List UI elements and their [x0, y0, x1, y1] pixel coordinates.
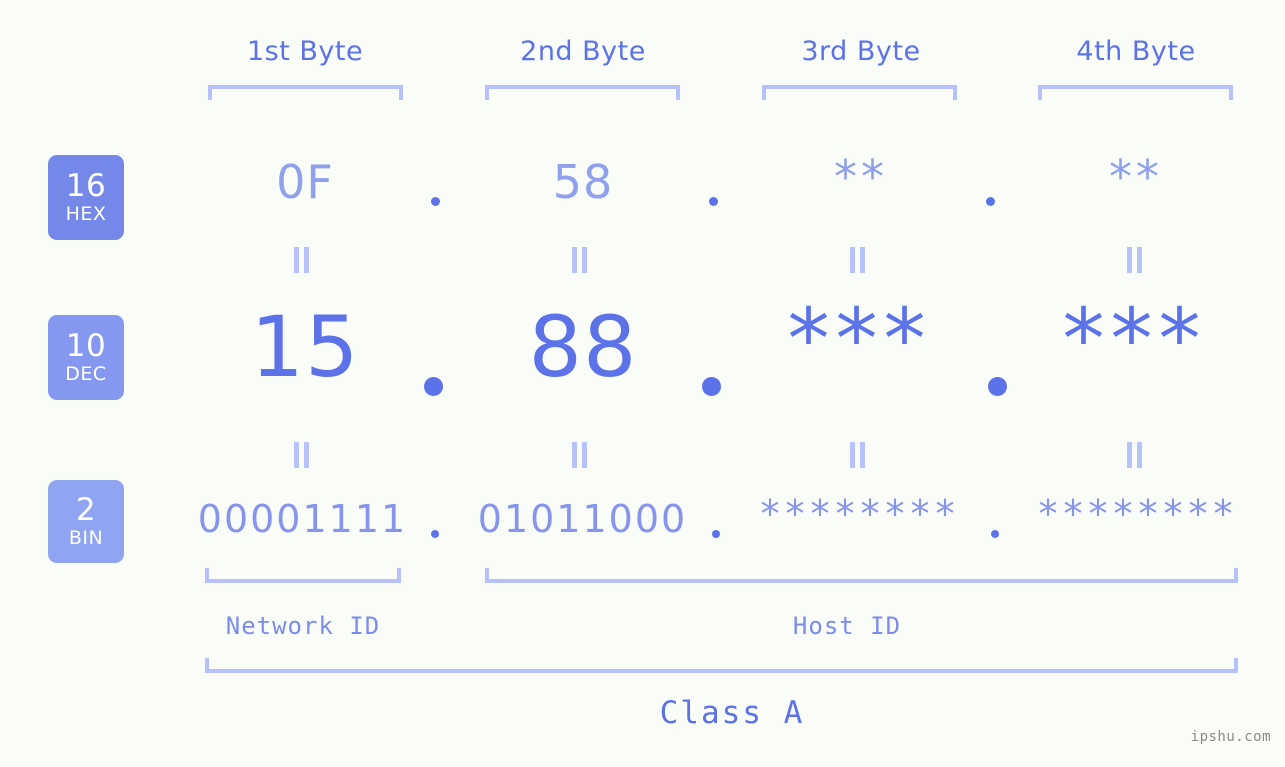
dec-separator-dot-3	[988, 377, 1007, 396]
equals-mark-hex-dec-4	[1126, 247, 1143, 273]
byte-header-label-4: 4th Byte	[1076, 36, 1196, 67]
bin-byte-2: 01011000	[477, 497, 688, 541]
dec-byte-2: 88	[528, 298, 638, 396]
bin-separator-dot-1	[431, 530, 439, 538]
hex-separator-dot-1	[431, 197, 440, 206]
byte-bracket-top-2	[485, 85, 680, 100]
bin-byte-1: 00001111	[197, 497, 408, 541]
equals-mark-hex-dec-1	[293, 247, 310, 273]
hex-byte-3: **	[834, 150, 888, 204]
dec-byte-4: ***	[1062, 290, 1207, 388]
dec-separator-dot-2	[702, 377, 721, 396]
bin-separator-dot-2	[712, 530, 720, 538]
radix-badge-hex-number: 16	[65, 168, 107, 204]
bin-byte-4: ********	[1038, 492, 1239, 536]
hex-separator-dot-3	[986, 197, 995, 206]
byte-header-label-3: 3rd Byte	[801, 36, 921, 67]
class-label: Class A	[659, 695, 805, 731]
bin-byte-3: ********	[760, 492, 961, 536]
radix-badge-hex: 16 HEX	[48, 155, 124, 240]
equals-mark-hex-dec-3	[849, 247, 866, 273]
network-id-bracket	[205, 568, 401, 583]
hex-separator-dot-2	[709, 197, 718, 206]
hex-byte-4: **	[1109, 150, 1163, 204]
byte-bracket-top-1	[208, 85, 403, 100]
equals-mark-dec-bin-4	[1126, 442, 1143, 468]
equals-mark-hex-dec-2	[571, 247, 588, 273]
host-id-bracket	[485, 568, 1238, 583]
ip-address-breakdown-diagram: 1st Byte 2nd Byte 3rd Byte 4th Byte 16 H…	[0, 0, 1285, 767]
hex-byte-1: 0F	[276, 155, 334, 209]
equals-mark-dec-bin-3	[849, 442, 866, 468]
byte-header-label-2: 2nd Byte	[520, 36, 646, 67]
radix-badge-dec-number: 10	[65, 328, 107, 364]
bin-separator-dot-3	[991, 530, 999, 538]
dec-separator-dot-1	[424, 377, 443, 396]
dec-byte-3: ***	[787, 290, 932, 388]
radix-badge-bin: 2 BIN	[48, 480, 124, 563]
radix-badge-dec-name: DEC	[65, 363, 107, 385]
radix-badge-bin-name: BIN	[68, 527, 104, 549]
radix-badge-bin-number: 2	[75, 492, 97, 528]
equals-mark-dec-bin-1	[293, 442, 310, 468]
byte-bracket-top-3	[762, 85, 957, 100]
byte-bracket-top-4	[1038, 85, 1233, 100]
dec-byte-1: 15	[250, 298, 360, 396]
radix-badge-hex-name: HEX	[65, 203, 107, 225]
equals-mark-dec-bin-2	[571, 442, 588, 468]
radix-badge-dec: 10 DEC	[48, 315, 124, 400]
byte-header-label-1: 1st Byte	[246, 36, 364, 67]
host-id-label: Host ID	[792, 612, 902, 640]
class-bracket	[205, 658, 1238, 673]
hex-byte-2: 58	[552, 155, 614, 209]
network-id-label: Network ID	[225, 612, 381, 640]
site-watermark: ipshu.com	[1190, 729, 1271, 745]
